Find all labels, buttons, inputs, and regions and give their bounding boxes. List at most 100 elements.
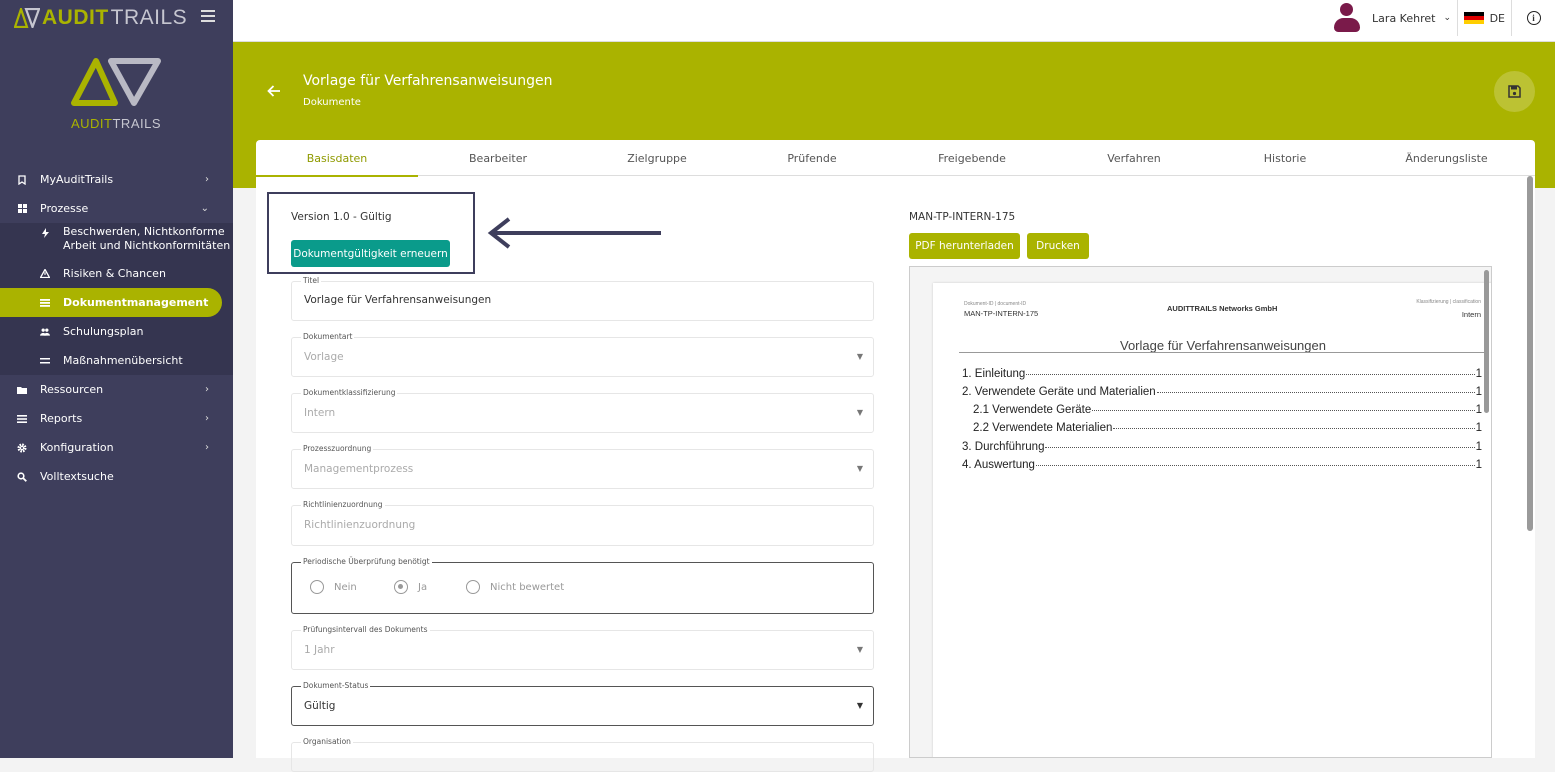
dokumentart-select[interactable]: Dokumentart Vorlage ▼: [291, 332, 874, 377]
folder-icon: [17, 385, 27, 395]
titel-field[interactable]: Titel Vorlage für Verfahrensanweisungen: [291, 276, 874, 321]
toc-entry: 2.1 Verwendete Geräte 1: [973, 404, 1482, 416]
nav-subitem-dokumentmanagement[interactable]: Dokumentmanagement: [0, 288, 222, 317]
brand-logo[interactable]: AUDIT TRAILS: [14, 6, 187, 30]
dokumentart-value: Vorlage: [304, 351, 344, 363]
nav-subitem-label-beschwerden-line2: Arbeit und Nichtkonformitäten: [63, 239, 231, 252]
pruefungsintervall-select[interactable]: Prüfungsintervall des Dokuments 1 Jahr ▼: [291, 625, 874, 670]
nav-item-volltextsuche[interactable]: Volltextsuche: [0, 462, 233, 491]
richtlinienzuordnung-placeholder: Richtlinienzuordnung: [304, 519, 416, 531]
nav-subitem-schulungsplan[interactable]: Schulungsplan: [0, 317, 233, 346]
save-icon: [1508, 85, 1521, 98]
pruefungsintervall-value: 1 Jahr: [304, 644, 335, 656]
avatar: [1332, 3, 1361, 33]
sidebar-nav: MyAuditTrails › Prozesse ⌄ Beschwerden, …: [0, 165, 233, 491]
logo-text-part1: AUDIT: [70, 116, 113, 131]
toc-entry: 2. Verwendete Geräte und Materialien 1: [962, 386, 1482, 398]
chevron-right-icon: ›: [205, 442, 209, 453]
language-selector[interactable]: DE: [1456, 0, 1505, 36]
nav-item-ressourcen[interactable]: Ressourcen ›: [0, 375, 233, 404]
page-scrollbar[interactable]: [1527, 176, 1533, 531]
toc-entry-page: 1: [1475, 422, 1482, 434]
nav-subitem-risiken[interactable]: Risiken & Chancen: [0, 259, 233, 288]
grid-icon: [17, 204, 27, 214]
toc-entry: 3. Durchführung 1: [962, 441, 1482, 453]
nav-subitem-label-beschwerden-line1: Beschwerden, Nichtkonforme: [63, 225, 225, 238]
menu-toggle-icon[interactable]: [201, 10, 215, 22]
back-arrow-icon[interactable]: [267, 82, 281, 101]
people-icon: [40, 327, 50, 337]
nav-item-prozesse[interactable]: Prozesse ⌄: [0, 194, 233, 223]
organisation-select[interactable]: Organisation: [291, 737, 874, 772]
topbar: Lara Kehret ⌄ DE i: [233, 0, 1555, 42]
nav-subitem-label-massnahmen: Maßnahmenübersicht: [63, 354, 183, 367]
pdf-download-button[interactable]: PDF herunterladen: [909, 233, 1020, 259]
list-icon: [40, 298, 50, 308]
tab-verfahren[interactable]: Verfahren: [1056, 140, 1212, 176]
pdf-preview[interactable]: Dokument-ID | document-ID MAN-TP-INTERN-…: [909, 266, 1492, 758]
nav-label-reports: Reports: [40, 412, 83, 425]
tab-zielgruppe[interactable]: Zielgruppe: [578, 140, 736, 176]
nav-subitem-label-risiken: Risiken & Chancen: [63, 267, 166, 280]
toc-entry-page: 1: [1475, 459, 1482, 471]
nav-subitem-beschwerden[interactable]: Beschwerden, Nichtkonforme Arbeit und Nic…: [0, 223, 233, 259]
toc-entry-text: 3. Durchführung: [962, 441, 1045, 453]
dokumentklassifizierung-select[interactable]: Dokumentklassifizierung Intern ▼: [291, 388, 874, 433]
dokumentklassifizierung-label: Dokumentklassifizierung: [301, 388, 398, 397]
tab-bearbeiter[interactable]: Bearbeiter: [418, 140, 578, 176]
nav-item-reports[interactable]: Reports ›: [0, 404, 233, 433]
tab-aenderungsliste[interactable]: Änderungsliste: [1358, 140, 1535, 176]
chevron-down-icon: ⌄: [1443, 13, 1451, 23]
periodische-pruefung-label: Periodische Überprüfung benötigt: [301, 557, 432, 566]
nav-subitem-label-dokumentmanagement: Dokumentmanagement: [63, 296, 209, 309]
prozesszuordnung-select[interactable]: Prozesszuordnung Managementprozess ▼: [291, 444, 874, 489]
version-label: Version 1.0 - Gültig: [291, 211, 392, 223]
nav-label-ressourcen: Ressourcen: [40, 383, 104, 396]
sidebar: AUDIT TRAILS AUDITTRAILS MyAuditTrails › …: [0, 0, 233, 758]
renew-validity-button[interactable]: Dokumentgültigkeit erneuern: [291, 240, 450, 267]
tab-pruefende[interactable]: Prüfende: [736, 140, 888, 176]
toc-entry-text: 4. Auswertung: [962, 459, 1035, 471]
tab-historie[interactable]: Historie: [1212, 140, 1358, 176]
toc-entry-page: 1: [1475, 441, 1482, 453]
save-button[interactable]: [1494, 71, 1535, 112]
radio-ja[interactable]: Ja: [394, 580, 427, 594]
toc-entry-page: 1: [1475, 404, 1482, 416]
prozesszuordnung-label: Prozesszuordnung: [301, 444, 374, 453]
chevron-right-icon: ›: [205, 174, 209, 185]
user-menu[interactable]: Lara Kehret ⌄: [1332, 3, 1451, 33]
dropdown-arrow-icon: ▼: [856, 352, 863, 361]
info-button[interactable]: i: [1511, 0, 1555, 36]
tab-bar: Basisdaten Bearbeiter Zielgruppe Prüfend…: [256, 140, 1535, 177]
dropdown-arrow-icon: ▼: [856, 408, 863, 417]
nav-subitem-label-beschwerden: Beschwerden, Nichtkonforme Arbeit und Nic…: [63, 225, 230, 253]
german-flag-icon: [1463, 12, 1484, 24]
radio-nicht-bewertet[interactable]: Nicht bewertet: [466, 580, 564, 594]
dropdown-arrow-icon: ▼: [856, 701, 863, 710]
bookmark-icon: [17, 174, 27, 185]
annotation-arrow-icon: [487, 217, 661, 249]
tab-basisdaten[interactable]: Basisdaten: [256, 140, 418, 177]
print-button[interactable]: Drucken: [1027, 233, 1089, 259]
richtlinienzuordnung-field[interactable]: Richtlinienzuordnung Richtlinienzuordnun…: [291, 500, 874, 546]
tab-freigebende[interactable]: Freigebende: [888, 140, 1056, 176]
toc-entry: 4. Auswertung 1: [962, 459, 1482, 471]
nav-label-konfiguration: Konfiguration: [40, 441, 114, 454]
radio-nein[interactable]: Nein: [310, 580, 357, 594]
page-title: Vorlage für Verfahrensanweisungen: [303, 73, 553, 89]
pdf-title-rule: [959, 352, 1489, 353]
radio-nein-label: Nein: [334, 581, 357, 593]
chevron-right-icon: ›: [205, 413, 209, 424]
dokument-status-select[interactable]: Dokument-Status Gültig ▼: [291, 681, 874, 726]
toc-entry-text: 1. Einleitung: [962, 368, 1026, 380]
organisation-label: Organisation: [301, 737, 353, 746]
nav-item-myaudittrails[interactable]: MyAuditTrails ›: [0, 165, 233, 194]
nav-subitem-massnahmen[interactable]: Maßnahmenübersicht: [0, 346, 233, 375]
dokument-status-label: Dokument-Status: [301, 681, 371, 690]
toc-entry-text: 2.2 Verwendete Materialien: [973, 422, 1113, 434]
preview-scrollbar[interactable]: [1484, 270, 1489, 413]
pdf-header-id-value: MAN-TP-INTERN-175: [964, 309, 1039, 318]
nav-item-konfiguration[interactable]: Konfiguration ›: [0, 433, 233, 462]
chevron-down-icon: ⌄: [200, 203, 209, 214]
dokumentart-label: Dokumentart: [301, 332, 355, 341]
